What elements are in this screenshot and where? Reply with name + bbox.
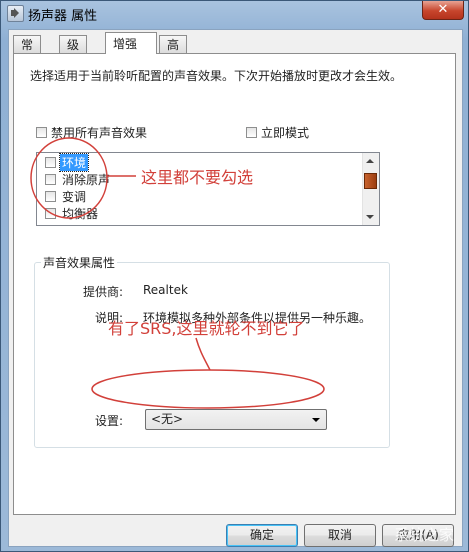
tab-advanced[interactable]: 高级 (159, 35, 188, 70)
cancel-button[interactable]: 取消 (304, 524, 376, 547)
list-item-voice-cancellation[interactable]: 消除原声 (45, 171, 112, 188)
dialog-body: 常规 级别 增强 高级 选择适用于当前聆听配置的声音效果。下次开始播放时更改才会… (8, 29, 463, 547)
list-item-label: 变调 (62, 190, 87, 204)
group-title: 声音效果属性 (41, 254, 118, 271)
disable-all-label: 禁用所有声音效果 (51, 126, 148, 140)
tab-enhancements[interactable]: 增强 (105, 32, 157, 54)
list-scrollbar[interactable] (362, 153, 379, 225)
site-watermark: 系统之家 (393, 526, 454, 544)
list-item-equalizer[interactable]: 均衡器 (45, 205, 100, 222)
scroll-thumb[interactable] (364, 173, 377, 189)
ok-button[interactable]: 确定 (226, 524, 298, 547)
checkbox-box[interactable] (45, 174, 56, 185)
provider-value: Realtek (143, 283, 188, 297)
tab-levels[interactable]: 级别 (59, 35, 88, 70)
settings-label: 设置: (95, 414, 124, 428)
effect-properties-group: 声音效果属性 提供商: Realtek 说明: 环境模拟多种外部条件以提供另一种… (34, 254, 390, 448)
immediate-mode-checkbox[interactable]: 立即模式 (246, 124, 309, 141)
checkbox-box[interactable] (36, 127, 47, 138)
checkbox-box[interactable] (45, 157, 56, 168)
enhancements-panel: 选择适用于当前聆听配置的声音效果。下次开始播放时更改才会生效。 禁用所有声音效果… (13, 53, 456, 515)
window-title: 扬声器 属性 (28, 9, 98, 24)
checkbox-box[interactable] (45, 191, 56, 202)
immediate-mode-label: 立即模式 (261, 126, 310, 140)
settings-value: <无> (151, 412, 184, 426)
scroll-down-icon[interactable] (366, 215, 374, 219)
disable-all-checkbox[interactable]: 禁用所有声音效果 (36, 124, 147, 141)
list-item-environment[interactable]: 环境 (45, 153, 90, 172)
tab-general[interactable]: 常规 (13, 35, 42, 70)
speaker-icon (7, 5, 24, 22)
checkbox-box[interactable] (45, 208, 56, 219)
checkbox-box[interactable] (246, 127, 257, 138)
properties-window: 扬声器 属性 ✕ 常规 级别 增强 高级 选择适用于当前聆听配置的声音效果。下次… (0, 0, 469, 552)
close-button[interactable]: ✕ (422, 1, 464, 20)
annotation-list-note: 这里都不要勾选 (141, 168, 254, 187)
list-item-label: 均衡器 (62, 207, 99, 221)
chevron-down-icon[interactable] (312, 418, 320, 422)
list-item-label: 环境 (58, 153, 90, 172)
list-item-pitch-shift[interactable]: 变调 (45, 188, 88, 205)
settings-dropdown[interactable]: <无> (145, 409, 327, 430)
scroll-up-icon[interactable] (366, 159, 374, 163)
annotation-srs-note: 有了SRS,这里就轮不到它了 (108, 319, 305, 338)
provider-label: 提供商: (83, 285, 124, 299)
enhancements-description: 选择适用于当前聆听配置的声音效果。下次开始播放时更改才会生效。 (30, 69, 403, 83)
title-bar[interactable]: 扬声器 属性 ✕ (1, 1, 468, 25)
list-item-label: 消除原声 (62, 173, 111, 187)
